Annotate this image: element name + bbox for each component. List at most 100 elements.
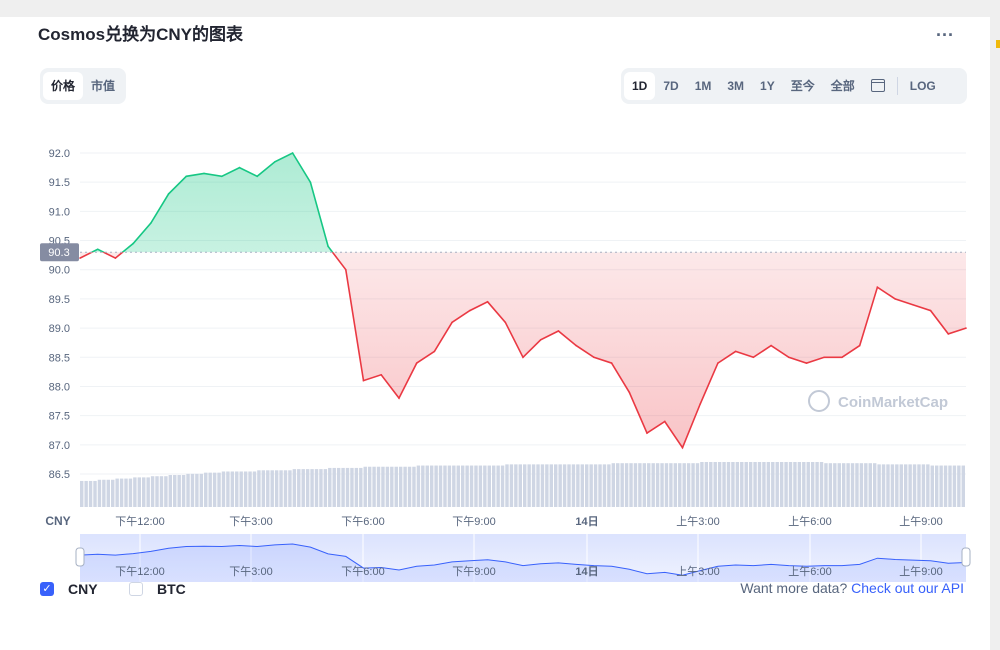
volume-bar xyxy=(850,463,855,507)
volume-bar xyxy=(514,464,518,507)
volume-bar xyxy=(726,462,731,507)
volume-bar xyxy=(319,469,323,507)
volume-bar xyxy=(722,462,726,507)
price-point xyxy=(699,403,701,405)
volume-bar xyxy=(288,470,292,507)
volume-bar xyxy=(328,467,332,507)
volume-bar xyxy=(912,464,917,507)
navigator-handle-right[interactable] xyxy=(961,547,971,567)
volume-bar xyxy=(465,465,469,507)
volume-bar xyxy=(518,464,522,507)
volume-bar xyxy=(833,463,837,507)
volume-bar xyxy=(398,466,403,507)
volume-bar xyxy=(93,480,97,507)
volume-bar xyxy=(824,463,828,507)
volume-bar xyxy=(748,462,753,507)
volume-bar xyxy=(691,463,695,507)
volume-bar xyxy=(859,463,864,507)
price-point xyxy=(150,222,152,224)
y-tick-label: 89.0 xyxy=(49,323,70,335)
volume-bar xyxy=(531,464,536,507)
price-point xyxy=(167,193,170,195)
volume-bar xyxy=(957,465,961,507)
volume-bar xyxy=(460,465,465,507)
volume-bar xyxy=(642,463,647,507)
volume-bar xyxy=(168,475,173,507)
x-tick-label: 上午6:00 xyxy=(788,515,831,528)
volume-bar xyxy=(292,469,297,507)
volume-bar xyxy=(580,464,585,507)
volume-bar xyxy=(903,464,908,507)
volume-bar xyxy=(133,477,137,507)
volume-bar xyxy=(323,469,328,507)
volume-bar xyxy=(474,465,478,507)
volume-bar xyxy=(709,462,713,507)
volume-bar xyxy=(478,465,483,507)
price-point xyxy=(415,362,418,364)
navigator-handle-left[interactable] xyxy=(75,547,85,567)
volume-bar xyxy=(527,464,531,507)
volume-bar xyxy=(434,465,438,507)
api-link[interactable]: Check out our API xyxy=(851,580,964,596)
volume-bar xyxy=(616,463,620,507)
volume-bar xyxy=(673,463,678,507)
volume-bar xyxy=(310,469,314,507)
volume-bar xyxy=(926,464,930,507)
checkbox-cny[interactable]: ✓ xyxy=(40,582,54,596)
price-point xyxy=(593,356,595,359)
volume-bar xyxy=(208,472,212,507)
volume-bar xyxy=(487,465,491,507)
volume-bar xyxy=(314,469,319,507)
price-point xyxy=(451,321,453,324)
volume-bar xyxy=(624,463,629,507)
checkbox-btc[interactable] xyxy=(129,582,143,596)
volume-bar xyxy=(500,465,505,507)
x-tick-label: 下午3:00 xyxy=(229,515,272,528)
volume-bar xyxy=(301,469,305,507)
volume-bar xyxy=(407,466,412,507)
x-tick-label: 上午9:00 xyxy=(899,515,942,528)
volume-bar xyxy=(700,462,704,507)
navigator-tick-label: 下午3:00 xyxy=(229,565,272,578)
volume-bar xyxy=(704,462,709,507)
legend-btc-label: BTC xyxy=(157,581,186,597)
volume-bar xyxy=(199,473,204,507)
volume-bar xyxy=(412,466,416,507)
volume-bar xyxy=(669,463,673,507)
volume-bar xyxy=(367,466,372,507)
volume-bar xyxy=(629,463,633,507)
volume-bar xyxy=(257,470,261,507)
volume-bar xyxy=(788,462,793,507)
volume-bar xyxy=(97,479,102,507)
volume-bar xyxy=(585,464,589,507)
legend-cny[interactable]: ✓ CNY xyxy=(40,581,98,597)
api-prompt: Want more data? xyxy=(740,580,848,596)
price-point xyxy=(894,298,896,300)
volume-bar xyxy=(766,462,771,507)
price-point xyxy=(557,330,560,332)
volume-bar xyxy=(558,464,562,507)
price-point xyxy=(114,257,117,259)
y-tick-label: 86.5 xyxy=(49,469,70,481)
volume-bar xyxy=(274,470,279,507)
price-point xyxy=(132,242,134,245)
price-point xyxy=(398,397,400,399)
price-point xyxy=(522,356,524,359)
volume-bar xyxy=(536,464,540,507)
price-point xyxy=(256,175,259,178)
legend-btc[interactable]: BTC xyxy=(129,581,186,597)
volume-bar xyxy=(336,467,341,507)
volume-bar xyxy=(469,465,474,507)
volume-bar xyxy=(638,463,642,507)
price-point xyxy=(504,321,507,324)
volume-bar xyxy=(142,477,146,507)
volume-bar xyxy=(102,479,106,507)
price-point xyxy=(380,373,383,376)
volume-bar xyxy=(239,471,243,507)
volume-bar xyxy=(230,471,235,507)
volume-bar xyxy=(279,470,283,507)
volume-bar xyxy=(390,466,394,507)
price-point xyxy=(823,356,826,359)
volume-bar xyxy=(647,463,651,507)
volume-bar xyxy=(359,467,363,507)
